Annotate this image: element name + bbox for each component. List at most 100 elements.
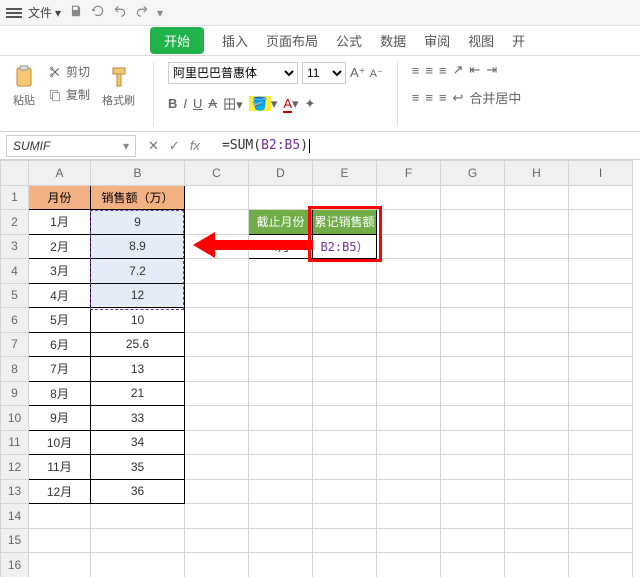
col-header-B[interactable]: B: [91, 161, 185, 186]
row-header-14[interactable]: 14: [1, 504, 29, 529]
formula-input[interactable]: =SUM(B2:B5): [218, 136, 640, 155]
paste-button[interactable]: 粘贴: [8, 62, 40, 110]
cut-button[interactable]: 剪切: [46, 62, 92, 81]
cell-C1[interactable]: [185, 185, 249, 210]
cell-D10[interactable]: [249, 406, 313, 431]
cell-I6[interactable]: [569, 308, 633, 333]
increase-font-icon[interactable]: A⁺: [350, 65, 366, 81]
cell-B15[interactable]: [91, 528, 185, 553]
cell-F2[interactable]: [377, 210, 441, 235]
cell-B13[interactable]: 36: [91, 479, 185, 504]
cell-I16[interactable]: [569, 553, 633, 577]
cell-I11[interactable]: [569, 430, 633, 455]
col-header-A[interactable]: A: [29, 161, 91, 186]
indent-inc-icon[interactable]: ⇥: [486, 62, 497, 78]
col-header-I[interactable]: I: [569, 161, 633, 186]
cell-G11[interactable]: [441, 430, 505, 455]
cell-H10[interactable]: [505, 406, 569, 431]
cell-C2[interactable]: [185, 210, 249, 235]
cell-A3[interactable]: 2月: [29, 234, 91, 259]
cell-F10[interactable]: [377, 406, 441, 431]
cell-G8[interactable]: [441, 357, 505, 382]
row-header-4[interactable]: 4: [1, 259, 29, 284]
cell-A14[interactable]: [29, 504, 91, 529]
italic-button[interactable]: I: [183, 96, 187, 111]
align-center-icon[interactable]: ≡: [425, 90, 433, 105]
row-header-5[interactable]: 5: [1, 283, 29, 308]
cell-H1[interactable]: [505, 185, 569, 210]
cell-D2[interactable]: 截止月份: [249, 210, 313, 235]
cell-E4[interactable]: [313, 259, 377, 284]
cell-H6[interactable]: [505, 308, 569, 333]
cell-A11[interactable]: 10月: [29, 430, 91, 455]
cell-E1[interactable]: [313, 185, 377, 210]
cell-A10[interactable]: 9月: [29, 406, 91, 431]
cell-B6[interactable]: 10: [91, 308, 185, 333]
cell-H2[interactable]: [505, 210, 569, 235]
confirm-icon[interactable]: ✓: [169, 138, 180, 154]
cell-B11[interactable]: 34: [91, 430, 185, 455]
col-header-E[interactable]: E: [313, 161, 377, 186]
align-top-icon[interactable]: ≡: [412, 63, 420, 78]
cell-C16[interactable]: [185, 553, 249, 577]
cell-D13[interactable]: [249, 479, 313, 504]
cell-C14[interactable]: [185, 504, 249, 529]
row-header-2[interactable]: 2: [1, 210, 29, 235]
file-menu[interactable]: 文件 ▾: [28, 4, 61, 21]
cell-F7[interactable]: [377, 332, 441, 357]
cell-D1[interactable]: [249, 185, 313, 210]
cell-A7[interactable]: 6月: [29, 332, 91, 357]
cell-F8[interactable]: [377, 357, 441, 382]
row-header-10[interactable]: 10: [1, 406, 29, 431]
cell-A4[interactable]: 3月: [29, 259, 91, 284]
redo-icon[interactable]: [135, 4, 149, 21]
cell-B9[interactable]: 21: [91, 381, 185, 406]
cell-B7[interactable]: 25.6: [91, 332, 185, 357]
row-header-7[interactable]: 7: [1, 332, 29, 357]
cell-C4[interactable]: [185, 259, 249, 284]
cell-B8[interactable]: 13: [91, 357, 185, 382]
row-header-8[interactable]: 8: [1, 357, 29, 382]
indent-dec-icon[interactable]: ⇤: [469, 62, 480, 78]
cell-C8[interactable]: [185, 357, 249, 382]
fx-icon[interactable]: fx: [190, 138, 200, 153]
cell-A12[interactable]: 11月: [29, 455, 91, 480]
tab-start[interactable]: 开始: [150, 27, 204, 54]
merge-button[interactable]: 合并居中: [469, 88, 521, 107]
cell-E7[interactable]: [313, 332, 377, 357]
cell-H9[interactable]: [505, 381, 569, 406]
cell-F12[interactable]: [377, 455, 441, 480]
cell-A9[interactable]: 8月: [29, 381, 91, 406]
col-header-H[interactable]: H: [505, 161, 569, 186]
cell-C7[interactable]: [185, 332, 249, 357]
undo-icon[interactable]: [113, 4, 127, 21]
cell-A16[interactable]: [29, 553, 91, 577]
cell-I7[interactable]: [569, 332, 633, 357]
spreadsheet-grid[interactable]: A B C D E F G H I 1 月份 销售额（万） 2 1月 9 截止月…: [0, 160, 640, 577]
tab-formula[interactable]: 公式: [336, 31, 362, 50]
font-size-select[interactable]: 11: [302, 62, 346, 84]
underline-button[interactable]: U: [193, 96, 202, 111]
cell-C13[interactable]: [185, 479, 249, 504]
save-icon[interactable]: [69, 4, 83, 21]
cell-A8[interactable]: 7月: [29, 357, 91, 382]
cell-I12[interactable]: [569, 455, 633, 480]
cell-E11[interactable]: [313, 430, 377, 455]
cell-F15[interactable]: [377, 528, 441, 553]
cell-F13[interactable]: [377, 479, 441, 504]
cell-G6[interactable]: [441, 308, 505, 333]
col-header-D[interactable]: D: [249, 161, 313, 186]
font-name-select[interactable]: 阿里巴巴普惠体: [168, 62, 298, 84]
decrease-font-icon[interactable]: A⁻: [370, 67, 383, 80]
cell-G12[interactable]: [441, 455, 505, 480]
cell-G5[interactable]: [441, 283, 505, 308]
cell-C9[interactable]: [185, 381, 249, 406]
row-header-12[interactable]: 12: [1, 455, 29, 480]
cell-I2[interactable]: [569, 210, 633, 235]
name-box[interactable]: SUMIF ▾: [6, 135, 136, 157]
fill-color-button[interactable]: 🪣▾: [249, 96, 278, 112]
orientation-icon[interactable]: ↗: [453, 62, 464, 78]
cell-E16[interactable]: [313, 553, 377, 577]
cell-I4[interactable]: [569, 259, 633, 284]
cell-C5[interactable]: [185, 283, 249, 308]
